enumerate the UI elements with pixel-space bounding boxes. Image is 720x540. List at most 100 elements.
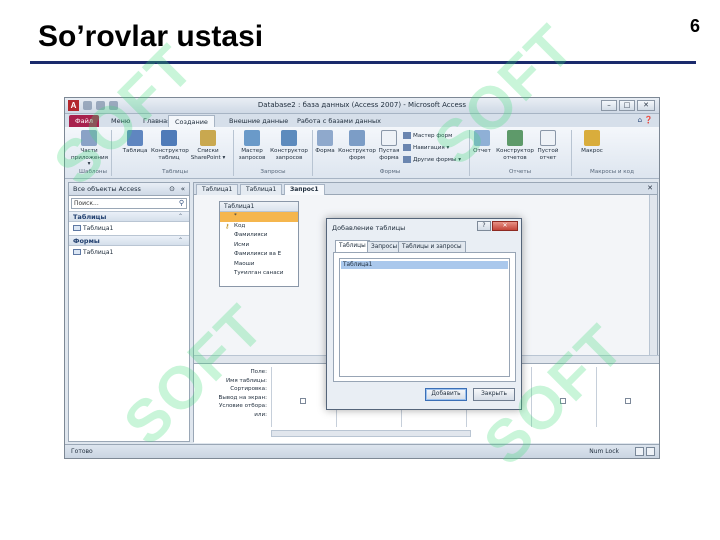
slide-page-number: 6	[689, 16, 700, 36]
report-button[interactable]: Отчет	[471, 130, 493, 155]
query-designer-button[interactable]: Конструктор запросов	[269, 130, 309, 161]
field-familiyasi-va[interactable]: Фамилияси ва Е	[220, 250, 298, 260]
dialog-close-icon[interactable]: ✕	[492, 221, 518, 231]
macro-button[interactable]: Макрос	[577, 130, 607, 155]
form-designer-icon	[349, 130, 365, 146]
row-label-criteria: Условие отбора:	[218, 403, 267, 410]
form-wizard-button[interactable]: Мастер форм	[403, 132, 452, 139]
query-wizard-button[interactable]: Мастер запросов	[237, 130, 267, 161]
more-forms-button[interactable]: Другие формы ▾	[403, 156, 461, 163]
dialog-table-list[interactable]: Таблица1	[339, 258, 510, 377]
navigation-button[interactable]: Навигация ▾	[403, 144, 449, 151]
form-icon	[317, 130, 333, 146]
grid-column[interactable]	[596, 367, 659, 427]
doc-tab-table1[interactable]: Таблица1	[196, 184, 239, 195]
grid-column[interactable]	[531, 367, 595, 427]
status-bar: Готово Num Lock	[65, 444, 659, 458]
dialog-tab-queries[interactable]: Запросы	[367, 241, 402, 252]
list-item[interactable]: Таблица1	[341, 261, 508, 269]
navigation-icon	[403, 144, 411, 151]
blank-form-button[interactable]: Пустая форма	[377, 130, 401, 161]
show-checkbox[interactable]	[560, 398, 566, 404]
query-designer-icon	[281, 130, 297, 146]
nav-item-form-table1[interactable]: Таблица1	[69, 246, 189, 259]
window-title: Database2 : база данных (Access 2007) - …	[257, 101, 467, 109]
close-button[interactable]: ✕	[637, 100, 655, 111]
field-ismi[interactable]: Исми	[220, 241, 298, 251]
access-window: A Database2 : база данных (Access 2007) …	[64, 97, 660, 459]
status-ready: Готово	[71, 448, 93, 455]
tab-menu[interactable]: Меню	[105, 115, 136, 127]
table-designer-button[interactable]: Конструктор таблиц	[151, 130, 189, 161]
ribbon: Части приложения ▾ Таблица Конструктор т…	[65, 127, 659, 179]
field-all[interactable]: *	[220, 212, 298, 222]
table-button[interactable]: Таблица	[121, 130, 149, 155]
sharepoint-icon	[200, 130, 216, 146]
row-label-sort: Сортировка:	[230, 386, 267, 393]
form-icon	[73, 249, 81, 255]
slide-title: So’rovlar ustasi	[38, 20, 264, 53]
table-designer-icon	[161, 130, 177, 146]
group-label-macros: Макросы и код	[590, 169, 634, 175]
ribbon-tabs: Файл Меню Главная Создание Внешние данны…	[65, 114, 659, 127]
dialog-tab-tables[interactable]: Таблицы	[335, 240, 370, 252]
close-document-icon[interactable]: ✕	[647, 184, 653, 192]
document-tabs: Таблица1 Таблица1 Запрос1 ✕	[194, 183, 657, 195]
nav-group-tables[interactable]: Таблицы ⌃	[69, 211, 189, 222]
row-label-or: или:	[254, 411, 267, 418]
tab-file[interactable]: Файл	[69, 115, 99, 127]
report-designer-icon	[507, 130, 523, 146]
app-parts-icon	[81, 130, 97, 146]
blank-report-button[interactable]: Пустой отчет	[536, 130, 560, 161]
dialog-help-button[interactable]: ?	[477, 221, 491, 231]
help-icon[interactable]: ⌂ ❓	[638, 116, 653, 124]
report-icon	[474, 130, 490, 146]
add-button[interactable]: Добавить	[425, 388, 467, 401]
close-dialog-button[interactable]: Закрыть	[473, 388, 515, 401]
form-designer-button[interactable]: Конструктор форм	[338, 130, 376, 161]
maximize-button[interactable]: □	[619, 100, 635, 111]
app-parts-button[interactable]: Части приложения ▾	[71, 130, 108, 168]
sql-view-icon[interactable]	[635, 447, 644, 456]
nav-item-table1[interactable]: Таблица1	[69, 222, 189, 235]
design-view-icon[interactable]	[646, 447, 655, 456]
doc-tab-table1-second[interactable]: Таблица1	[240, 184, 283, 195]
nav-pane-header[interactable]: Все объекты Access ⊙ «	[69, 183, 189, 196]
show-checkbox[interactable]	[300, 398, 306, 404]
field-kod[interactable]: ⚷ Код	[220, 222, 298, 232]
table-icon	[127, 130, 143, 146]
collapse-pane-icon[interactable]: «	[181, 183, 185, 196]
form-button[interactable]: Форма	[314, 130, 336, 155]
doc-tab-query1[interactable]: Запрос1	[284, 184, 325, 195]
more-forms-icon	[403, 156, 411, 163]
group-label-tables: Таблицы	[162, 169, 188, 175]
nav-search-input[interactable]: Поиск... ⚲	[71, 198, 187, 209]
navigation-pane: Все объекты Access ⊙ « Поиск... ⚲ Таблиц…	[68, 182, 190, 442]
table-field-list[interactable]: Таблица1 * ⚷ Код Фамилияси Исми Фамилияси…	[219, 201, 299, 287]
show-checkbox[interactable]	[625, 398, 631, 404]
title-bar: A Database2 : база данных (Access 2007) …	[65, 98, 659, 114]
field-tugilgan-sanasi[interactable]: Туғилган санаси	[220, 269, 298, 279]
query-wizard-icon	[244, 130, 260, 146]
nav-group-forms[interactable]: Формы ⌃	[69, 235, 189, 246]
table-field-list-title: Таблица1	[220, 202, 298, 212]
sharepoint-lists-button[interactable]: Списки SharePoint ▾	[189, 130, 227, 161]
form-wizard-icon	[403, 132, 411, 139]
blank-form-icon	[381, 130, 397, 146]
tab-create[interactable]: Создание	[168, 115, 215, 127]
dialog-tab-tables-and-queries[interactable]: Таблицы и запросы	[398, 241, 466, 252]
field-maoshi[interactable]: Маоши	[220, 260, 298, 270]
tab-database-tools[interactable]: Работа с базами данных	[291, 115, 387, 127]
blank-report-icon	[540, 130, 556, 146]
field-familiyasi[interactable]: Фамилияси	[220, 231, 298, 241]
chevron-up-icon: ⌃	[177, 237, 183, 244]
vertical-scrollbar[interactable]	[649, 195, 657, 355]
report-designer-button[interactable]: Конструктор отчетов	[495, 130, 535, 161]
grid-horizontal-scrollbar[interactable]	[271, 430, 471, 437]
minimize-button[interactable]: –	[601, 100, 617, 111]
dropdown-icon[interactable]: ⊙	[169, 183, 175, 196]
group-label-reports: Отчеты	[508, 169, 532, 175]
tab-external-data[interactable]: Внешние данные	[223, 115, 294, 127]
chevron-up-icon: ⌃	[177, 213, 183, 220]
status-num-lock: Num Lock	[589, 448, 619, 455]
